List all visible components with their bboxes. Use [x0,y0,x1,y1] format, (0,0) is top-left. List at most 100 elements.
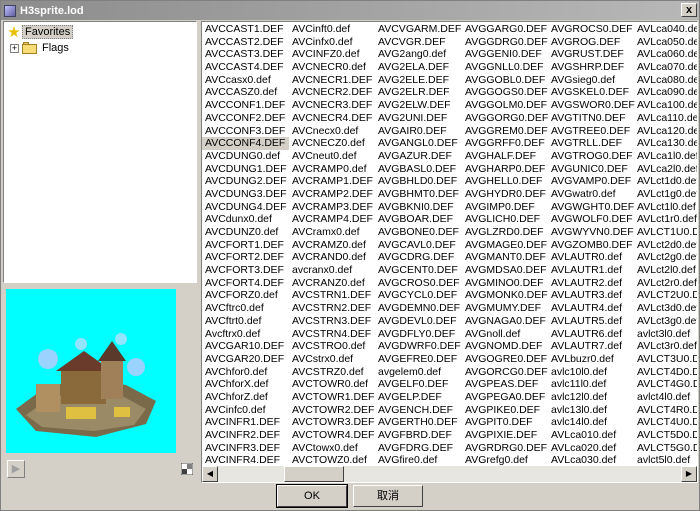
file-list-item[interactable]: AVCNECR2.DEF [289,86,375,99]
file-list-item[interactable]: AVCtowx0.def [289,442,375,455]
file-list-item[interactable]: AVLct3g0.def [634,315,697,328]
cancel-button[interactable]: 取消 [353,485,423,507]
file-list-item[interactable]: AVGHARP0.DEF [462,163,548,176]
file-list-item[interactable]: AVGMINO0.DEF [462,277,548,290]
file-list-item[interactable]: AVCFORT3.DEF [202,264,289,277]
file-list-item[interactable]: AVCDUNZ0.def [202,226,289,239]
file-list-item[interactable]: AVCFORT2.DEF [202,251,289,264]
file-list-item[interactable]: AVGTITN0.DEF [548,112,634,125]
file-list-item[interactable]: AVGZOMB0.DEF [548,239,634,252]
file-list-item[interactable]: AVGTREE0.DEF [548,125,634,138]
file-list-item[interactable]: AVGBKNI0.DEF [375,201,462,214]
file-list-item[interactable]: AVLCT5D0.D [634,429,697,442]
file-list-item[interactable]: AVGDFLY0.DEF [375,328,462,341]
file-list-item[interactable]: AVLca010.def [548,429,634,442]
file-list-item[interactable]: AVGWGHT0.DEF [548,201,634,214]
file-list-item[interactable]: AVGROG.DEF [548,36,634,49]
file-list-item[interactable]: AVGVAMP0.DEF [548,175,634,188]
file-list-item[interactable]: AVGENCH.DEF [375,404,462,417]
file-list-item[interactable]: AVCRAMP1.DEF [289,175,375,188]
scroll-left-button[interactable]: ◀ [202,466,218,482]
file-list-item[interactable]: AVGGDRG0.DEF [462,36,548,49]
file-list-item[interactable]: avlc11l0.def [548,378,634,391]
file-list-item[interactable]: AVCRAMP0.def [289,163,375,176]
file-list-item[interactable]: AVCTOWR2.DEF [289,404,375,417]
file-list-item[interactable]: AVG2UNI.DEF [375,112,462,125]
file-list-item[interactable]: avlc10l0.def [548,366,634,379]
file-list-item[interactable]: AVGNAGA0.DEF [462,315,548,328]
file-list-item[interactable]: AVLca100.def [634,99,697,112]
file-list-item[interactable]: AVCCONF4.DEF [202,137,289,150]
file-list-item[interactable]: AVLCT5G0.D [634,442,697,455]
tree-item-flags[interactable]: + Flags [6,40,69,56]
file-list-item[interactable]: AVGLZRD0.DEF [462,226,548,239]
file-list-item[interactable]: AVGOGRE0.DEF [462,353,548,366]
file-list-item[interactable]: AVGMUMY.DEF [462,302,548,315]
file-list-item[interactable]: AVGGNLL0.DEF [462,61,548,74]
file-list-item[interactable]: AVG2ELR.DEF [375,86,462,99]
file-list-item[interactable]: AVCinfc0.def [202,404,289,417]
file-list-item[interactable]: AVCFORZ0.def [202,289,289,302]
file-list-item[interactable]: AVLbuzr0.def [548,353,634,366]
file-list-item[interactable]: AVCCAST4.DEF [202,61,289,74]
file-list-item[interactable]: AVLAUTR2.def [548,277,634,290]
file-list-item[interactable]: AVCCASZ0.def [202,86,289,99]
file-list-item[interactable]: AVGCENT0.DEF [375,264,462,277]
horizontal-scrollbar[interactable]: ◀ ▶ [202,466,697,482]
file-list-item[interactable]: AVCstrx0.def [289,353,375,366]
file-list-item[interactable]: AVGIMP0.DEF [462,201,548,214]
file-list-item[interactable]: AVGBHLD0.DEF [375,175,462,188]
file-list-item[interactable]: AVGELP.DEF [375,391,462,404]
file-list-item[interactable]: AVLca130.def [634,137,697,150]
file-list-item[interactable]: AVCCONF3.DEF [202,125,289,138]
file-list-item[interactable]: AVLca070.def [634,61,697,74]
file-list-item[interactable]: AVCSTRN2.DEF [289,302,375,315]
close-button[interactable]: x [681,3,697,17]
file-list-item[interactable]: AVCSTRN1.DEF [289,289,375,302]
file-list-item[interactable]: AVCCAST2.DEF [202,36,289,49]
file-list-item[interactable]: AVLct1d0.def [634,175,697,188]
file-list-item[interactable]: AVLca110.def [634,112,697,125]
file-list-item[interactable]: AVGBOAR.DEF [375,213,462,226]
file-list-item[interactable]: AVLct1g0.def [634,188,697,201]
file-list-item[interactable]: AVGCDRG.DEF [375,251,462,264]
file-list-item[interactable]: AVLca040.def [634,23,697,36]
file-list-item[interactable]: AVGWOLF0.DEF [548,213,634,226]
file-list-item[interactable]: AVGHALF.DEF [462,150,548,163]
file-list-item[interactable]: AVCINFR3.DEF [202,442,289,455]
file-list-item[interactable]: AVCRAND0.def [289,251,375,264]
file-list-item[interactable]: AVGANGL0.DEF [375,137,462,150]
file-list-item[interactable]: AVCSTRN3.DEF [289,315,375,328]
file-list-item[interactable]: AVCneut0.def [289,150,375,163]
file-list-item[interactable]: AVLAUTR7.def [548,340,634,353]
file-list-item[interactable]: AVLCT2U0.D [634,289,697,302]
file-list-item[interactable]: AVLct2l0.def [634,264,696,277]
file-list-item[interactable]: AVGnoll.def [462,328,548,341]
file-list-item[interactable]: avlct3l0.def [634,328,696,341]
file-list-item[interactable]: AVLca060.def [634,48,697,61]
title-bar[interactable]: H3sprite.lod x [1,1,699,20]
ok-button[interactable]: OK [276,484,348,508]
file-list-item[interactable]: AVGNOMD.DEF [462,340,548,353]
file-list-item[interactable]: AVCTOWR4.DEF [289,429,375,442]
file-list-item[interactable]: AVGGOLM0.DEF [462,99,548,112]
file-list-item[interactable]: AVCVGARM.DEF [375,23,462,36]
file-list-item[interactable]: AVGsieg0.def [548,74,634,87]
file-list-item[interactable]: avlct4l0.def [634,391,696,404]
file-list-item[interactable]: AVGELF0.DEF [375,378,462,391]
file-list-item[interactable]: AVGSHRP.DEF [548,61,634,74]
file-list-item[interactable]: AVCinfx0.def [289,36,375,49]
file-list-item[interactable]: AVGPIKE0.DEF [462,404,548,417]
grid-view-icon[interactable] [181,463,193,475]
file-list-item[interactable]: AVCGAR10.DEF [202,340,289,353]
file-list-item[interactable]: AVGBHMT0.DEF [375,188,462,201]
file-list-item[interactable]: AVGMONK0.DEF [462,289,548,302]
file-list-item[interactable]: AVCSTRO0.def [289,340,375,353]
file-list-item[interactable]: AVLAUTR0.def [548,251,634,264]
file-list-item[interactable]: AVGPEGA0.DEF [462,391,548,404]
file-list-item[interactable]: AVLAUTR1.def [548,264,634,277]
scroll-right-button[interactable]: ▶ [681,466,697,482]
file-list-item[interactable]: AVGGRFF0.DEF [462,137,548,150]
file-list-item[interactable]: AVGGARG0.DEF [462,23,548,36]
file-list-item[interactable]: AVLCT1U0.D [634,226,697,239]
